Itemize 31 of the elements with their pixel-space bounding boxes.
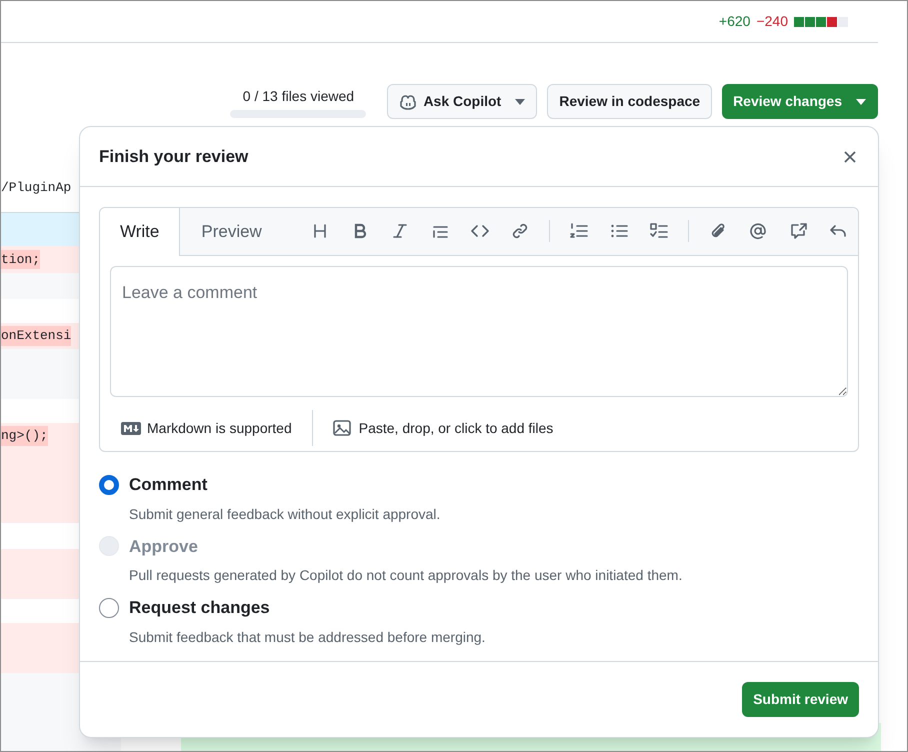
close-icon[interactable] — [842, 148, 858, 164]
ask-copilot-button[interactable]: Ask Copilot — [387, 84, 538, 119]
editor-tab[interactable]: Write — [100, 208, 180, 256]
code-text: tion; — [1, 250, 40, 270]
option-description: Pull requests generated by Copilot do not count approvals by the user who initiated them. — [129, 566, 684, 585]
comment-field[interactable]: Leave a comment — [110, 266, 848, 397]
submit-review-button[interactable]: Submit review — [742, 682, 859, 717]
review-changes-button[interactable]: Review changes — [722, 84, 878, 119]
additions-count: +620 — [718, 12, 750, 31]
radio-button[interactable] — [99, 474, 119, 495]
markdown-icon — [121, 422, 141, 434]
caret-icon — [856, 98, 866, 104]
caret-icon — [515, 98, 526, 104]
deletions-count: −240 — [756, 12, 788, 31]
option-label: Request changes — [129, 597, 270, 619]
code-text: ng>(); — [1, 426, 48, 446]
attach-files-link[interactable]: Paste, drop, or click to add files — [358, 418, 554, 438]
code-text: /PluginAp — [1, 178, 72, 197]
files-viewed-label: 0 / 13 files viewed — [242, 86, 354, 106]
option-description: Submit general feedback without explicit approval. — [129, 504, 442, 524]
option-label: Comment — [129, 474, 208, 496]
radio-button[interactable] — [99, 598, 119, 618]
editor-tab[interactable]: Preview — [180, 208, 283, 256]
code-text: onExtensi — [1, 326, 72, 346]
markdown-note[interactable]: Markdown is supported — [147, 418, 292, 438]
option-description: Submit feedback that must be addressed before merging. — [129, 628, 486, 647]
option-label: Approve — [129, 536, 198, 558]
copilot-icon — [399, 94, 418, 110]
dialog-title: Finish your review — [99, 146, 248, 168]
review-in-codespace-button[interactable]: Review in codespace — [547, 84, 712, 119]
image-icon — [332, 420, 351, 436]
